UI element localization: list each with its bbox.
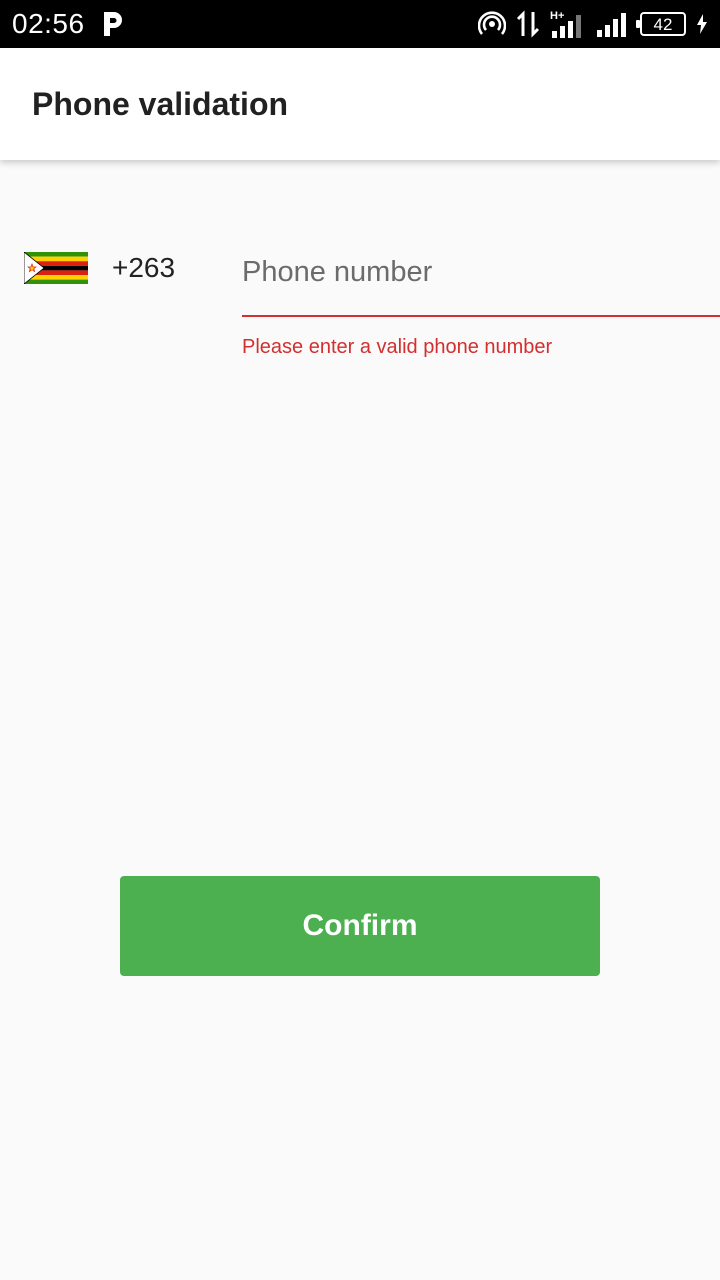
status-bar: 02:56 H+ 42 bbox=[0, 0, 720, 48]
signal-icon-sim2 bbox=[597, 13, 626, 37]
phone-number-input[interactable] bbox=[242, 250, 720, 294]
parking-p-icon bbox=[104, 12, 122, 36]
hotspot-icon bbox=[478, 11, 506, 35]
data-transfer-icon bbox=[516, 10, 540, 38]
phone-input-underline bbox=[242, 315, 720, 317]
phone-error-message: Please enter a valid phone number bbox=[242, 336, 553, 358]
page-title: Phone validation bbox=[32, 86, 289, 122]
status-icons: H+ 42 bbox=[478, 8, 708, 40]
svg-text:H+: H+ bbox=[550, 10, 564, 22]
charging-bolt-icon bbox=[697, 14, 707, 34]
confirm-button[interactable]: Confirm bbox=[120, 876, 600, 976]
battery-icon: 42 bbox=[636, 12, 686, 36]
status-time: 02:56 bbox=[12, 8, 85, 39]
country-dial-code[interactable]: +263 bbox=[112, 252, 175, 284]
zimbabwe-flag-icon[interactable] bbox=[24, 252, 88, 284]
battery-level: 42 bbox=[653, 15, 673, 34]
app-bar: Phone validation bbox=[0, 48, 720, 160]
signal-icon-sim1: H+ bbox=[550, 10, 581, 38]
